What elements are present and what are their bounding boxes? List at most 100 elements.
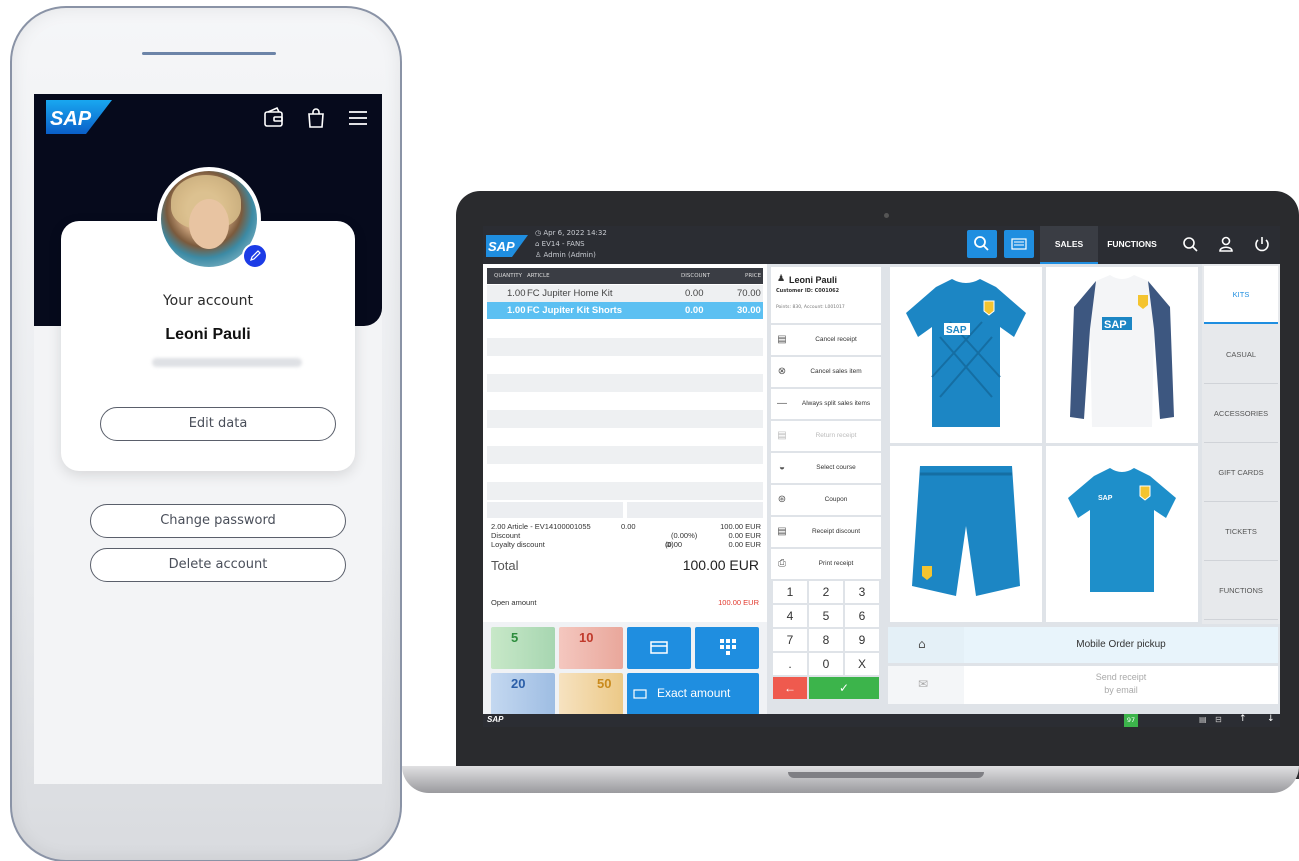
key-8[interactable]: 8 (809, 629, 843, 651)
key-1[interactable]: 1 (773, 581, 807, 603)
button-label: Print receipt (818, 560, 854, 567)
card-payment-button[interactable] (627, 627, 691, 669)
key-decimal[interactable]: . (773, 653, 807, 675)
delete-account-button[interactable]: Delete account (90, 548, 346, 582)
printer-status-icon: ▤ (1199, 715, 1207, 724)
exact-amount-label: Exact amount (657, 686, 731, 700)
empty-row (487, 338, 763, 356)
product-long-sleeve-kit[interactable]: SAP (1046, 267, 1198, 443)
laptop-notch (788, 772, 984, 778)
change-password-button[interactable]: Change password (90, 504, 346, 538)
wallet-icon[interactable] (262, 106, 286, 130)
discount-pct: (0.00%) (671, 531, 698, 540)
cash-icon (633, 689, 647, 699)
button-label: Return receipt (815, 432, 857, 439)
category-functions[interactable]: FUNCTIONS (1204, 562, 1278, 620)
key-2[interactable]: 2 (809, 581, 843, 603)
arrow-up-icon[interactable]: ↑ (1239, 714, 1247, 724)
scroll-up-button[interactable] (487, 502, 623, 518)
col-discount: DISCOUNT (681, 273, 711, 279)
category-tickets[interactable]: TICKETS (1204, 503, 1278, 561)
button-label: Always split sales items (801, 400, 871, 407)
numpad-payment-button[interactable] (695, 627, 759, 669)
phone-screen: SAP Your account Leoni Pauli Edit data C… (34, 94, 382, 784)
category-panel: KITS CASUAL ACCESSORIES GIFT CARDS TICKE… (1202, 264, 1280, 624)
customer-card[interactable]: ♟ Leoni Pauli Customer ID: C001062 Point… (771, 267, 881, 323)
key-6[interactable]: 6 (845, 605, 879, 627)
store: ⌂ EV14 - FANS (535, 240, 585, 248)
user-name: Leoni Pauli (165, 326, 251, 343)
shopping-bag-icon[interactable] (304, 106, 328, 130)
banknote-5[interactable]: 5 (491, 627, 555, 669)
key-5[interactable]: 5 (809, 605, 843, 627)
open-amount-label: Open amount (491, 598, 537, 607)
send-receipt-line1: Send receipt (1095, 672, 1147, 682)
user-icon[interactable] (1217, 235, 1235, 253)
receipt-row-selected[interactable]: 1.00 FC Jupiter Kit Shorts 0.00 30.00 (487, 302, 763, 319)
tshirt-image: SAP (1068, 468, 1176, 592)
key-0[interactable]: 0 (809, 653, 843, 675)
empty-row (487, 446, 763, 464)
confirm-button[interactable]: ✓ (809, 677, 879, 699)
banknote-20[interactable]: 20 (491, 673, 555, 715)
category-gift-cards[interactable]: GIFT CARDS (1204, 444, 1278, 502)
menu-icon[interactable] (346, 106, 370, 130)
category-casual[interactable]: CASUAL (1204, 326, 1278, 384)
search-icon[interactable] (1181, 235, 1199, 253)
mobile-order-pickup-button[interactable]: ⌂ Mobile Order pickup (888, 627, 1278, 663)
product-shorts[interactable] (890, 446, 1042, 622)
select-course-button[interactable]: ◒ Select course (771, 453, 881, 483)
edit-avatar-button[interactable] (242, 243, 268, 269)
svg-text:SAP: SAP (50, 108, 92, 130)
key-3[interactable]: 3 (845, 581, 879, 603)
user-text: Admin (Admin) (543, 251, 596, 259)
datetime: ◷ Apr 6, 2022 14:32 (535, 229, 607, 237)
exact-amount-button[interactable]: Exact amount (627, 673, 759, 715)
tab-sales[interactable]: SALES (1040, 226, 1098, 264)
grid-icon (720, 639, 736, 655)
product-home-kit[interactable]: SAP (890, 267, 1042, 443)
always-split-button[interactable]: — Always split sales items (771, 389, 881, 419)
user: ♙ Admin (Admin) (535, 251, 596, 259)
coupon-icon: ⊛ (777, 494, 787, 505)
key-7[interactable]: 7 (773, 629, 807, 651)
key-clear[interactable]: X (845, 653, 879, 675)
cancel-receipt-button[interactable]: ▤ Cancel receipt (771, 325, 881, 355)
power-icon[interactable] (1253, 235, 1271, 253)
col-price: PRICE (745, 273, 762, 279)
arrow-down-icon[interactable]: ↓ (1267, 714, 1275, 724)
user-icon: ♟ (777, 274, 786, 284)
return-icon: ▤ (777, 430, 787, 441)
receipt-discount-button[interactable]: ▤ Receipt discount (771, 517, 881, 547)
scroll-down-button[interactable] (627, 502, 763, 518)
receipt-header: QUANTITY ARTICLE DISCOUNT PRICE (487, 268, 763, 284)
edit-data-button[interactable]: Edit data (100, 407, 336, 441)
search-button[interactable] (967, 230, 997, 258)
key-9[interactable]: 9 (845, 629, 879, 651)
product-training-shirt[interactable]: SAP (1046, 446, 1198, 622)
svg-text:SAP: SAP (1098, 495, 1113, 502)
tab-functions[interactable]: FUNCTIONS (1101, 226, 1163, 264)
checkmark-icon: ✓ (838, 681, 850, 695)
summary-discount: 0.00 (621, 522, 636, 531)
svg-text:SAP: SAP (1104, 319, 1127, 331)
keyboard-icon (1011, 238, 1027, 250)
loyalty-points: (0.00 ⊜) (665, 540, 683, 549)
col-quantity: QUANTITY (494, 273, 522, 279)
return-receipt-button[interactable]: ▤ Return receipt (771, 421, 881, 451)
loyalty-points-text: (0.00 (665, 540, 683, 549)
banknote-10[interactable]: 10 (559, 627, 623, 669)
discount-icon: ▤ (777, 526, 787, 537)
keyboard-button[interactable] (1004, 230, 1034, 258)
category-accessories[interactable]: ACCESSORIES (1204, 385, 1278, 443)
key-4[interactable]: 4 (773, 605, 807, 627)
category-kits[interactable]: KITS (1204, 266, 1278, 324)
send-receipt-email-button[interactable]: ✉ Send receipt by email (888, 666, 1278, 704)
receipt-row[interactable]: 1.00 FC Jupiter Home Kit 0.00 70.00 (487, 285, 763, 302)
cancel-sales-item-button[interactable]: ⊗ Cancel sales item (771, 357, 881, 387)
coupon-button[interactable]: ⊛ Coupon (771, 485, 881, 515)
print-receipt-button[interactable]: ⎙ Print receipt (771, 549, 881, 579)
backspace-button[interactable]: ← (773, 677, 807, 699)
banknote-50[interactable]: 50 (559, 673, 623, 715)
button-label: Cancel receipt (815, 336, 857, 343)
